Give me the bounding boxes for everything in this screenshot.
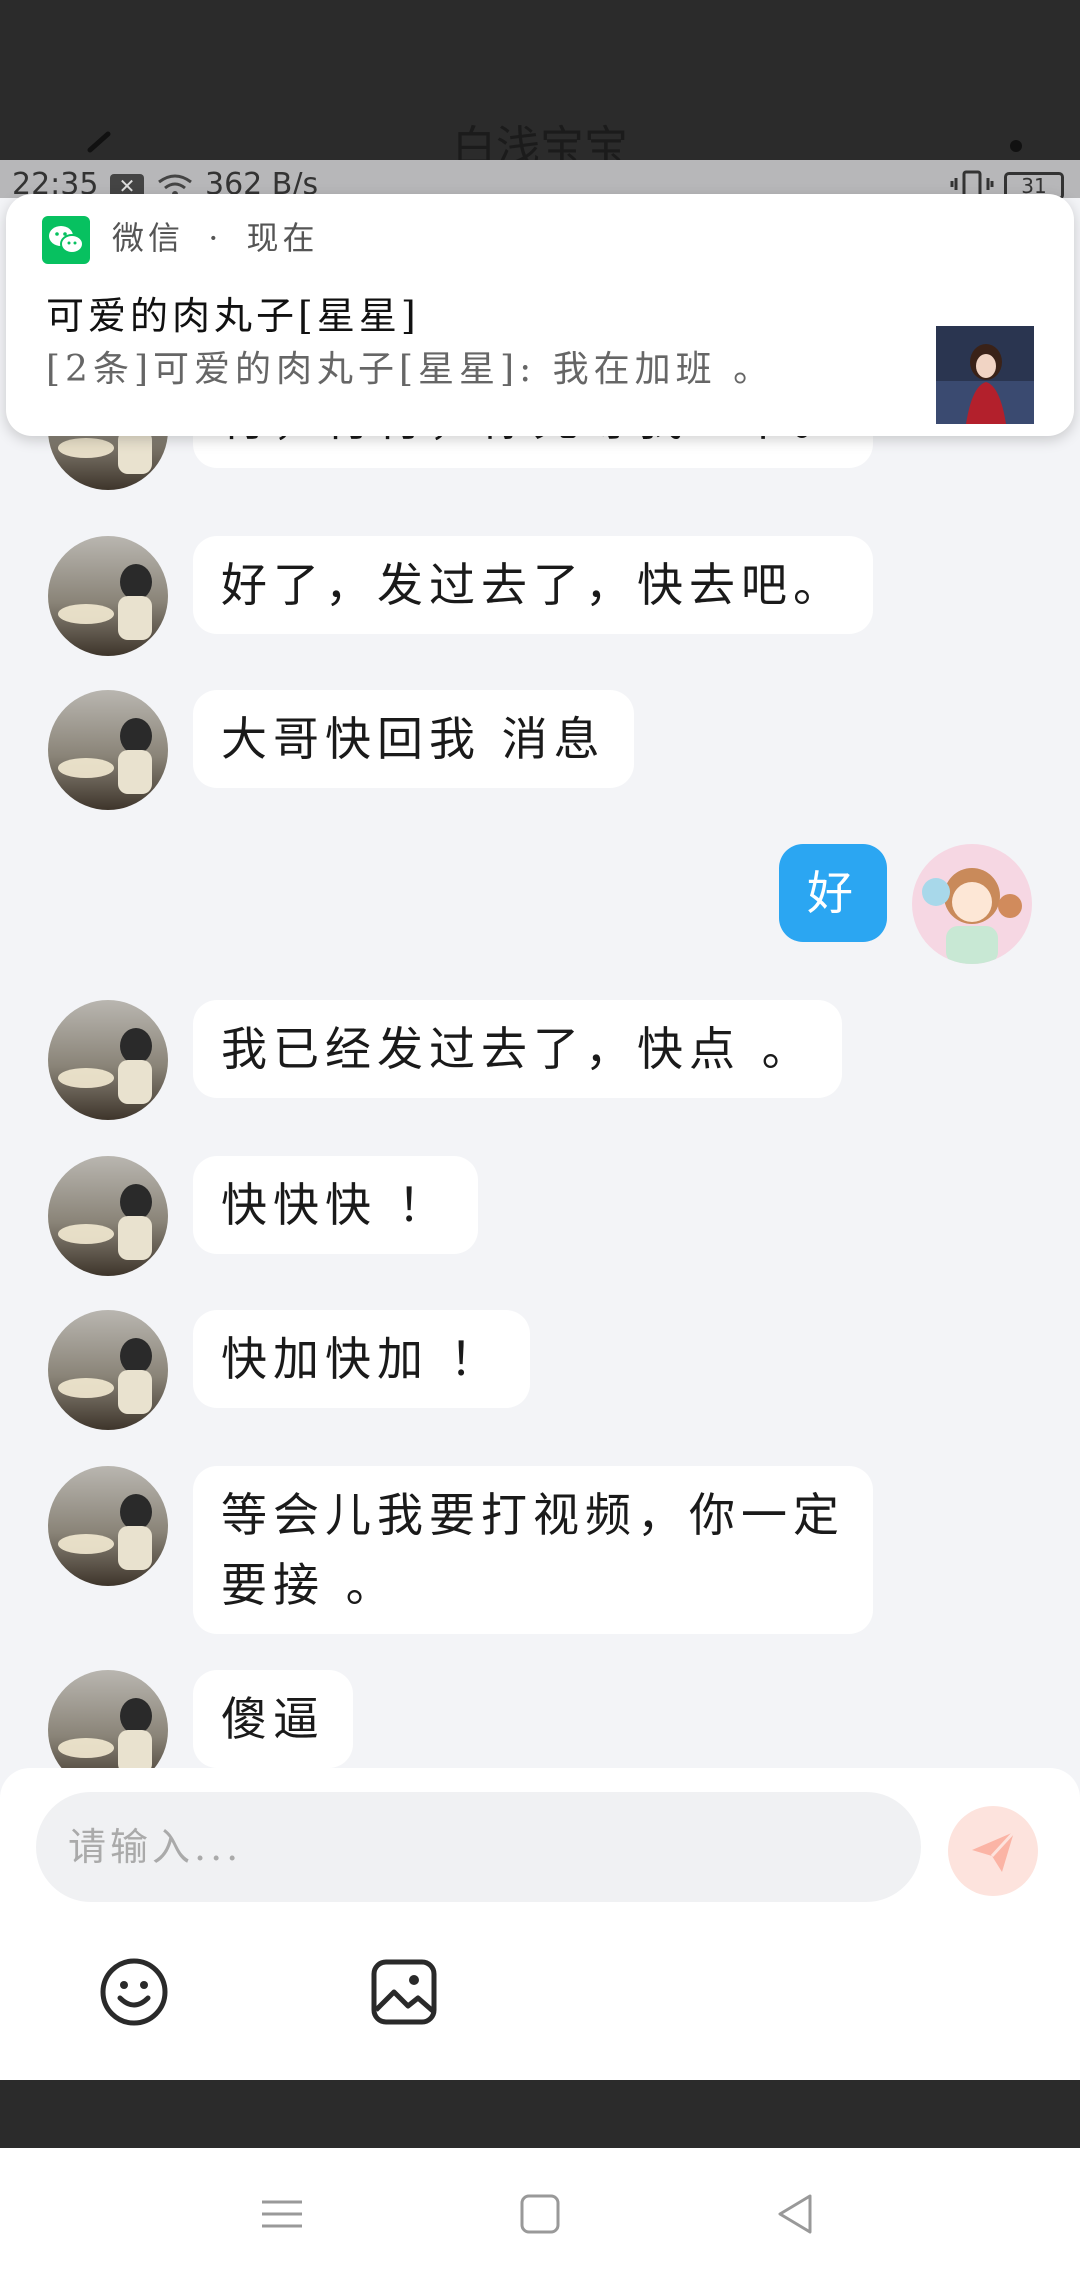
chat-title: 白浅宝宝 (452, 122, 628, 160)
wechat-icon (42, 216, 90, 264)
my-avatar[interactable] (912, 844, 1032, 964)
image-icon (371, 1959, 437, 2025)
message-bubble[interactable]: 傻逼 (193, 1670, 353, 1768)
menu-icon[interactable] (252, 2184, 312, 2244)
triangle-back-icon[interactable] (766, 2184, 826, 2244)
message-bubble[interactable]: 大哥快回我 消息 (193, 690, 634, 788)
chat-header: 白浅宝宝 (0, 0, 1080, 160)
more-menu-icon[interactable] (1010, 140, 1022, 152)
notification-separator: · (208, 219, 223, 257)
contact-avatar[interactable] (48, 690, 168, 810)
message-bubble[interactable]: 快加快加 ！ (193, 1310, 530, 1408)
notification-app-name: 微信 (112, 219, 185, 257)
notification-avatar (936, 326, 1034, 424)
paper-plane-icon (972, 1830, 1016, 1872)
square-home-icon[interactable] (510, 2184, 570, 2244)
contact-avatar[interactable] (48, 1310, 168, 1430)
contact-avatar[interactable] (48, 1670, 168, 1768)
notification-body: [2条]可爱的肉丸子[星星]: 我在加班 。 (46, 349, 775, 390)
message-bubble[interactable]: 我已经发过去了，快点 。 (193, 1000, 842, 1098)
composer (0, 1768, 1080, 2080)
notification-title: 可爱的肉丸子[星星] (46, 294, 420, 338)
contact-avatar[interactable] (48, 1466, 168, 1586)
contact-avatar[interactable] (48, 1156, 168, 1276)
underlay-strip (0, 2080, 1080, 2148)
system-nav-bar (0, 2148, 1080, 2280)
my-message-bubble[interactable]: 好 (779, 844, 887, 942)
send-button[interactable] (948, 1806, 1038, 1896)
image-button[interactable] (368, 1956, 440, 2028)
message-bubble[interactable]: 好了，发过去了，快去吧。 (193, 536, 873, 634)
smiley-icon (100, 1958, 168, 2026)
notification-time: 现在 (246, 219, 319, 257)
wechat-notification[interactable]: 微信 · 现在 可爱的肉丸子[星星] [2条]可爱的肉丸子[星星]: 我在加班 … (6, 194, 1074, 436)
emoji-button[interactable] (98, 1956, 170, 2028)
message-input[interactable] (36, 1792, 921, 1902)
notification-meta: 微信 · 现在 (112, 212, 319, 264)
message-bubble[interactable]: 快快快 ！ (193, 1156, 478, 1254)
message-bubble[interactable]: 等会儿我要打视频，你一定 要接 。 (193, 1466, 873, 1634)
contact-avatar[interactable] (48, 536, 168, 656)
contact-avatar[interactable] (48, 1000, 168, 1120)
